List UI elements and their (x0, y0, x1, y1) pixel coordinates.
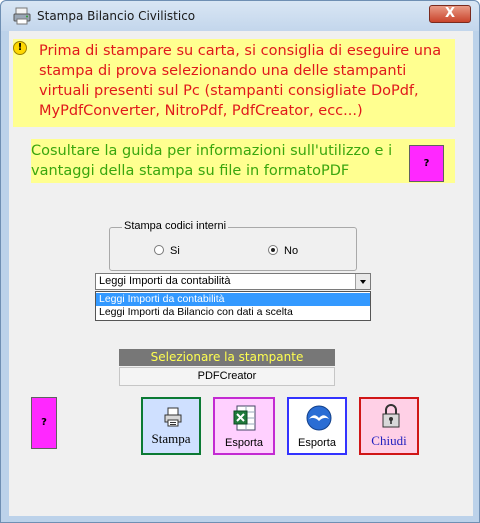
chevron-down-icon[interactable] (355, 274, 370, 289)
printer-app-icon (13, 7, 31, 25)
close-icon: X (444, 6, 456, 21)
dropdown-option-contabilita[interactable]: Leggi Importi da contabilità (96, 293, 370, 306)
radio-no[interactable]: No (268, 245, 298, 259)
guide-text: Cosultare la guida per informazioni sull… (31, 143, 393, 179)
printer-selector[interactable]: PDFCreator (119, 367, 335, 386)
import-source-value: Leggi Importi da contabilità (99, 275, 231, 287)
dialog-client-area: ! Prima di stampare su carta, si consigl… (9, 31, 473, 516)
excel-export-icon (233, 405, 256, 431)
pdf-guide-help-button[interactable]: ? (409, 145, 444, 182)
warning-text: Prima di stampare su carta, si consiglia… (39, 43, 442, 119)
close-window-button[interactable]: X (429, 5, 471, 23)
dropdown-option-bilancio[interactable]: Leggi Importi da Bilancio con dati a sce… (96, 306, 370, 319)
esporta-pdf-button[interactable]: Esporta (287, 397, 347, 455)
radio-si[interactable]: Si (154, 245, 180, 259)
lock-icon (382, 404, 400, 428)
esporta-pdf-label: Esporta (298, 437, 336, 449)
radio-no-label: No (284, 245, 299, 257)
chiudi-button[interactable]: Chiudi (359, 397, 419, 455)
import-source-select[interactable]: Leggi Importi da contabilità (95, 273, 371, 290)
radio-no-button[interactable] (268, 245, 278, 256)
internal-codes-legend: Stampa codici interni (122, 220, 229, 232)
printer-select-header: Selezionare la stampante (119, 349, 335, 366)
guide-note: Cosultare la guida per informazioni sull… (31, 139, 455, 183)
import-source-dropdown-list: Leggi Importi da contabilità Leggi Impor… (95, 291, 371, 321)
chiudi-label: Chiudi (371, 433, 407, 448)
internal-codes-group: Stampa codici interni Si No (109, 220, 357, 271)
dialog-window: Stampa Bilancio Civilistico X ! Prima di… (0, 0, 480, 523)
radio-si-button[interactable] (154, 245, 164, 256)
radio-si-label: Si (170, 245, 180, 257)
title-bar[interactable]: Stampa Bilancio Civilistico X (1, 1, 479, 31)
warning-note: ! Prima di stampare su carta, si consigl… (13, 39, 455, 127)
warning-icon: ! (13, 41, 27, 55)
pdfcreator-bird-icon (306, 405, 332, 431)
printer-icon (164, 407, 182, 427)
stampa-button[interactable]: Stampa (141, 397, 201, 455)
esporta-excel-button[interactable]: Esporta (213, 397, 275, 455)
esporta-excel-label: Esporta (225, 437, 263, 449)
window-title: Stampa Bilancio Civilistico (37, 9, 196, 23)
print-help-button[interactable]: ? (31, 397, 57, 449)
stampa-label: Stampa (151, 431, 191, 446)
